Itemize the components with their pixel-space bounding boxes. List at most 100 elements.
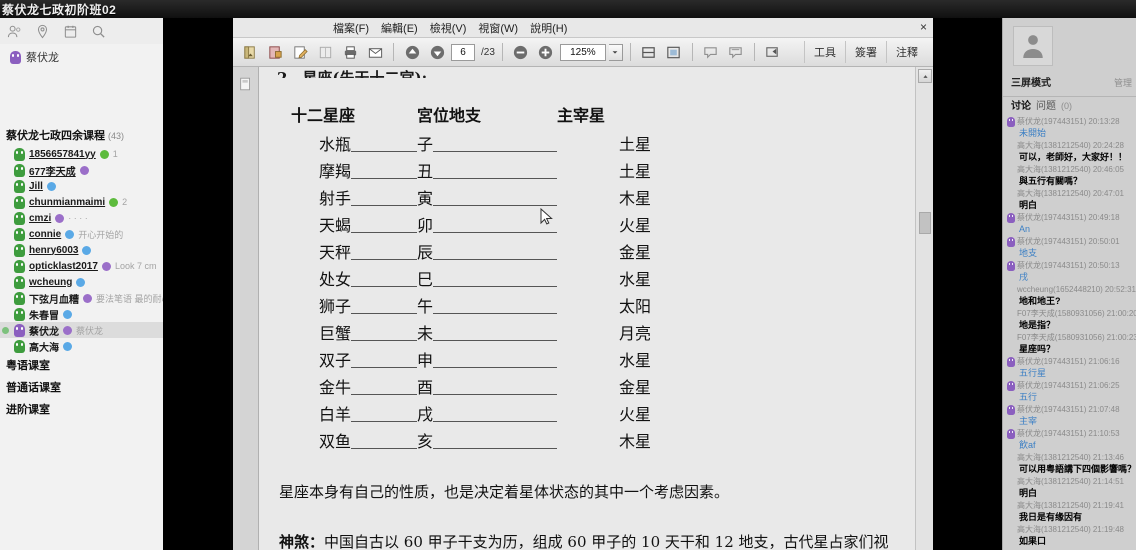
message-text: 可以，老師好，大家好！！ bbox=[1019, 152, 1128, 162]
cell-branch: 未 bbox=[417, 320, 557, 344]
pdf-scrollbar[interactable] bbox=[915, 67, 933, 550]
contact-signature: 开心开始的 bbox=[78, 229, 124, 240]
message-meta: F07李天成(1580931056) 21:00:20 bbox=[1007, 308, 1136, 319]
message-meta: 高大海(1381212540) 21:19:48 bbox=[1007, 524, 1134, 535]
message-list[interactable]: 蔡伏龙(197443151) 20:13:28 未開始 高大海(1381212540)… bbox=[1003, 116, 1136, 548]
message-time: 20:47:01 bbox=[1092, 189, 1124, 198]
zoom-in-icon[interactable] bbox=[535, 42, 557, 63]
message-sender: 蔡伏龙(197443151) bbox=[1017, 261, 1087, 270]
cell-sign: 射手 bbox=[291, 185, 417, 209]
sticky-note-icon[interactable] bbox=[700, 42, 722, 63]
page-number-input[interactable]: 6 bbox=[451, 43, 475, 61]
room-item[interactable]: 普通话课室 bbox=[0, 376, 163, 398]
message-text: 主宰 bbox=[1019, 416, 1038, 426]
contacts-icon[interactable] bbox=[6, 23, 22, 39]
contact-row[interactable]: 1856657841yy 1 bbox=[0, 146, 163, 162]
highlight-icon[interactable] bbox=[725, 42, 747, 63]
branch-label: 午 bbox=[417, 297, 434, 316]
pdf-page-content[interactable]: 2、星座(先天十二宫): 十二星座 宮位地支 主宰星 水瓶子土星 摩羯丑土星 射手寅… bbox=[259, 67, 915, 550]
contacts-sidebar: 蔡伏龙 蔡伏龙七政四余课程 (43) 1856657841yy 1 677李天成 Ji… bbox=[0, 18, 163, 550]
group-header[interactable]: 蔡伏龙七政四余课程 (43) bbox=[0, 125, 163, 146]
contact-row[interactable]: 蔡伏龙 蔡伏龙 bbox=[0, 322, 163, 338]
open-file-icon[interactable] bbox=[239, 42, 261, 63]
tools-button[interactable]: 工具 bbox=[804, 41, 845, 63]
zoom-level-input[interactable]: 125% bbox=[559, 43, 606, 61]
scroll-up-icon[interactable] bbox=[918, 69, 932, 83]
contact-row[interactable]: 朱春冒 bbox=[0, 306, 163, 322]
print-icon[interactable] bbox=[339, 42, 361, 63]
contact-status-badge bbox=[109, 197, 119, 207]
contact-row[interactable]: chunmianmaimi 2 bbox=[0, 194, 163, 210]
contact-row[interactable]: 高大海 bbox=[0, 338, 163, 354]
menu-window[interactable]: 視窗(W) bbox=[478, 20, 518, 36]
message-text: An bbox=[1019, 224, 1031, 234]
contact-row[interactable]: henry6003 bbox=[0, 242, 163, 258]
page-thumbnails-icon[interactable] bbox=[235, 73, 257, 95]
next-page-icon[interactable] bbox=[426, 42, 448, 63]
email-icon[interactable] bbox=[364, 42, 386, 63]
menu-help[interactable]: 說明(H) bbox=[530, 20, 567, 36]
branch-label: 酉 bbox=[417, 378, 434, 397]
contact-row[interactable]: 677李天成 bbox=[0, 162, 163, 178]
self-profile-row[interactable]: 蔡伏龙 bbox=[0, 44, 163, 70]
tab-discussion[interactable]: 讨论 bbox=[1011, 97, 1031, 112]
message-avatar-icon bbox=[1007, 236, 1015, 247]
message-meta: F07李天成(1580931056) 21:00:23 bbox=[1007, 332, 1136, 343]
table-row: 双子 申 水星 bbox=[291, 351, 651, 371]
contact-row[interactable]: wcheung bbox=[0, 274, 163, 290]
cell-branch: 子 bbox=[417, 131, 557, 155]
message-sender: 蔡伏龙(197443151) bbox=[1017, 237, 1087, 246]
online-indicator-icon bbox=[2, 326, 9, 334]
dotted-rule bbox=[351, 448, 417, 449]
close-icon[interactable]: × bbox=[920, 20, 927, 34]
chevron-down-icon[interactable] bbox=[608, 43, 623, 61]
comment-button[interactable]: 注釋 bbox=[886, 41, 927, 63]
pdf-window-left-gutter bbox=[163, 18, 233, 550]
prev-page-icon[interactable] bbox=[401, 42, 423, 63]
contact-badge-count: 1 bbox=[112, 149, 118, 159]
zoom-out-icon[interactable] bbox=[510, 42, 532, 63]
mode-label[interactable]: 三屏模式 bbox=[1011, 74, 1051, 89]
calendar-icon[interactable] bbox=[62, 23, 78, 39]
sidebar-icon-bar bbox=[0, 18, 163, 44]
search-icon[interactable] bbox=[90, 23, 106, 39]
contact-name: 高大海 bbox=[29, 342, 59, 354]
contact-row[interactable]: connie 开心开始的 bbox=[0, 226, 163, 242]
contact-row[interactable]: cmzi · · · · bbox=[0, 210, 163, 226]
user-avatar-icon[interactable] bbox=[1013, 26, 1053, 66]
contact-avatar-icon bbox=[14, 195, 25, 209]
menu-edit[interactable]: 編輯(E) bbox=[381, 20, 418, 36]
cell-sign: 水瓶 bbox=[291, 131, 417, 155]
dotted-rule bbox=[433, 421, 557, 422]
section-heading: 2、星座(先天十二宫): bbox=[277, 69, 428, 78]
menu-view[interactable]: 檢視(V) bbox=[430, 20, 467, 36]
mode-sub-label[interactable]: 管理 bbox=[1114, 76, 1132, 89]
room-item[interactable]: 粤语课室 bbox=[0, 354, 163, 376]
contact-status-badge bbox=[83, 293, 92, 303]
contact-row[interactable]: Jill bbox=[0, 178, 163, 194]
cell-branch: 寅 bbox=[417, 185, 557, 209]
contact-name: cmzi bbox=[29, 212, 52, 224]
zodiac-table: 十二星座 宮位地支 主宰星 水瓶子土星 摩羯丑土星 射手寅木星 天蝎卯火星 天秤辰金星处… bbox=[291, 102, 651, 452]
scrollbar-thumb[interactable] bbox=[919, 212, 931, 234]
tab-questions[interactable]: 问题 bbox=[1036, 97, 1056, 112]
location-icon[interactable] bbox=[34, 23, 50, 39]
sign-button[interactable]: 簽署 bbox=[845, 41, 886, 63]
message-avatar-icon bbox=[1007, 428, 1015, 439]
message-meta: 高大海(1381212540) 20:24:28 bbox=[1007, 140, 1134, 151]
contact-name: henry6003 bbox=[29, 244, 79, 256]
save-as-icon[interactable] bbox=[264, 42, 286, 63]
contact-row[interactable]: 下弦月血糟 要法笔语 最的耐心 治中 bbox=[0, 290, 163, 306]
cell-ruler: 太阳 bbox=[618, 297, 651, 316]
message-sender: 高大海(1381212540) bbox=[1017, 189, 1091, 198]
toolbar-separator bbox=[691, 43, 693, 61]
edit-pdf-icon[interactable] bbox=[289, 42, 311, 63]
room-item[interactable]: 进阶课室 bbox=[0, 398, 163, 420]
snapshot-icon[interactable] bbox=[638, 42, 660, 63]
contact-row[interactable]: opticklast2017 Look 7 cm bbox=[0, 258, 163, 274]
page-icon[interactable] bbox=[314, 42, 336, 63]
fit-page-icon[interactable] bbox=[663, 42, 685, 63]
fullscreen-icon[interactable] bbox=[762, 42, 784, 63]
message-item: 蔡伏龙(197443151) 21:06:25 五行 bbox=[1007, 380, 1134, 403]
menu-file[interactable]: 檔案(F) bbox=[333, 20, 369, 36]
